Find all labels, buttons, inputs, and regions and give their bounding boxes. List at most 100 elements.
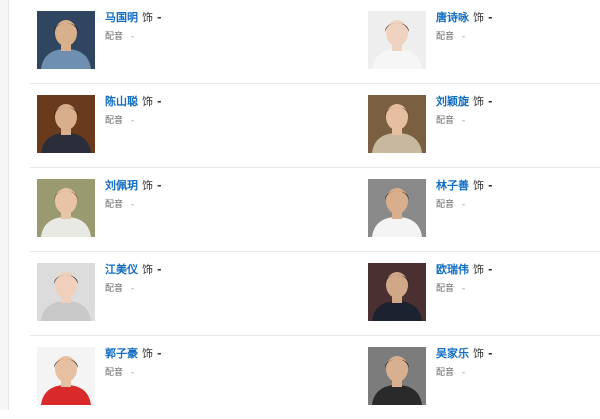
role-label: 饰 [142,179,153,192]
name-line: 马国明饰 - [105,11,162,25]
voice-line: 配音 - [436,283,493,295]
name-line: 欧瑞伟饰 - [436,263,493,277]
voice-label: 配音 [436,368,455,378]
cast-card: 马国明饰 - 配音 - [37,11,297,69]
voice-line: 配音 - [105,31,162,43]
cast-info: 刘颖旋饰 - 配音 - [436,95,493,127]
role-value: - [488,263,493,276]
left-rail [0,0,9,410]
role-label: 饰 [142,347,153,360]
role-value: - [157,95,162,108]
cast-info: 马国明饰 - 配音 - [105,11,162,43]
name-line: 林子善饰 - [436,179,493,193]
voice-line: 配音 - [436,367,493,379]
voice-label: 配音 [105,32,124,42]
actor-photo[interactable] [368,347,426,405]
actor-name-link[interactable]: 吴家乐 [436,347,469,360]
cast-card: 吴家乐饰 - 配音 - [368,347,600,405]
cast-info: 江美仪饰 - 配音 - [105,263,162,295]
actor-photo[interactable] [37,11,95,69]
actor-name-link[interactable]: 欧瑞伟 [436,263,469,276]
cast-info: 林子善饰 - 配音 - [436,179,493,211]
voice-label: 配音 [105,200,124,210]
voice-value: - [462,368,466,378]
voice-label: 配音 [436,200,455,210]
cast-row: 陈山聪饰 - 配音 - 刘颖旋饰 - 配音 - [30,84,600,168]
actor-photo[interactable] [37,263,95,321]
cast-info: 刘佩玥饰 - 配音 - [105,179,162,211]
voice-label: 配音 [105,116,124,126]
name-line: 郭子豪饰 - [105,347,162,361]
voice-value: - [131,116,135,126]
voice-label: 配音 [105,284,124,294]
voice-value: - [462,116,466,126]
actor-photo[interactable] [37,95,95,153]
actor-name-link[interactable]: 唐诗咏 [436,11,469,24]
role-label: 饰 [473,263,484,276]
voice-line: 配音 - [105,199,162,211]
voice-label: 配音 [436,32,455,42]
role-label: 饰 [142,263,153,276]
actor-photo[interactable] [37,179,95,237]
cast-info: 陈山聪饰 - 配音 - [105,95,162,127]
actor-photo[interactable] [37,347,95,405]
voice-line: 配音 - [436,31,493,43]
actor-photo[interactable] [368,179,426,237]
actor-name-link[interactable]: 陈山聪 [105,95,138,108]
voice-value: - [462,284,466,294]
role-value: - [157,263,162,276]
cast-row: 江美仪饰 - 配音 - 欧瑞伟饰 - 配音 - [30,252,600,336]
cast-card: 陈山聪饰 - 配音 - [37,95,297,153]
actor-name-link[interactable]: 刘颖旋 [436,95,469,108]
cast-card: 唐诗咏饰 - 配音 - [368,11,600,69]
cast-card: 刘颖旋饰 - 配音 - [368,95,600,153]
role-label: 饰 [473,11,484,24]
name-line: 刘佩玥饰 - [105,179,162,193]
cast-list: 马国明饰 - 配音 - 唐诗咏饰 - 配音 - 陈山聪饰 - 配音 - 刘颖旋饰 - 配音 - 刘佩玥饰 - 配音 -… [30,0,600,419]
cast-row: 郭子豪饰 - 配音 - 吴家乐饰 - 配音 - [30,336,600,419]
role-value: - [488,347,493,360]
cast-card: 欧瑞伟饰 - 配音 - [368,263,600,321]
cast-card: 江美仪饰 - 配音 - [37,263,297,321]
voice-value: - [131,32,135,42]
actor-name-link[interactable]: 江美仪 [105,263,138,276]
voice-line: 配音 - [436,115,493,127]
name-line: 江美仪饰 - [105,263,162,277]
voice-value: - [131,200,135,210]
cast-info: 吴家乐饰 - 配音 - [436,347,493,379]
role-label: 饰 [142,95,153,108]
voice-label: 配音 [436,116,455,126]
actor-photo[interactable] [368,263,426,321]
cast-card: 林子善饰 - 配音 - [368,179,600,237]
cast-info: 唐诗咏饰 - 配音 - [436,11,493,43]
voice-value: - [462,200,466,210]
role-value: - [157,11,162,24]
voice-value: - [462,32,466,42]
voice-value: - [131,368,135,378]
role-label: 饰 [142,11,153,24]
role-value: - [157,179,162,192]
actor-photo[interactable] [368,11,426,69]
actor-name-link[interactable]: 郭子豪 [105,347,138,360]
voice-label: 配音 [105,368,124,378]
actor-photo[interactable] [368,95,426,153]
cast-card: 刘佩玥饰 - 配音 - [37,179,297,237]
actor-name-link[interactable]: 林子善 [436,179,469,192]
role-value: - [488,179,493,192]
cast-card: 郭子豪饰 - 配音 - [37,347,297,405]
role-value: - [157,347,162,360]
role-label: 饰 [473,179,484,192]
role-label: 饰 [473,347,484,360]
voice-line: 配音 - [105,367,162,379]
name-line: 唐诗咏饰 - [436,11,493,25]
voice-value: - [131,284,135,294]
voice-line: 配音 - [105,115,162,127]
voice-line: 配音 - [436,199,493,211]
cast-info: 郭子豪饰 - 配音 - [105,347,162,379]
actor-name-link[interactable]: 刘佩玥 [105,179,138,192]
actor-name-link[interactable]: 马国明 [105,11,138,24]
cast-row: 刘佩玥饰 - 配音 - 林子善饰 - 配音 - [30,168,600,252]
voice-line: 配音 - [105,283,162,295]
name-line: 陈山聪饰 - [105,95,162,109]
role-value: - [488,95,493,108]
